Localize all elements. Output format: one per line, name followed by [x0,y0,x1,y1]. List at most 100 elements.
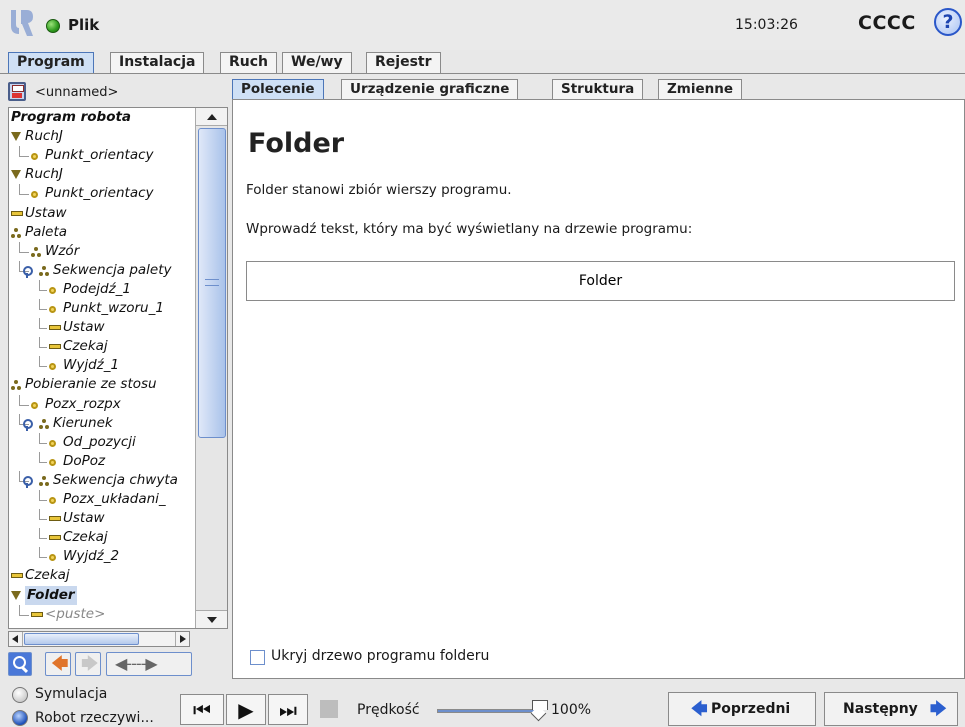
tree-node-label: Pozx_układani_ [63,491,166,507]
tree-node[interactable]: RuchJ [9,127,195,146]
tree-node[interactable]: Ustaw [9,204,195,223]
play-button[interactable]: ▶ [226,694,266,725]
tree-node[interactable]: Ustaw [9,509,195,528]
tab-instalacja[interactable]: Instalacja [110,52,205,74]
file-menu[interactable]: Plik [68,16,99,34]
tree-node[interactable]: Podejdź_1 [9,279,195,299]
tree-node[interactable]: Pobieranie ze stosu [9,375,195,394]
tree-node[interactable]: Czekaj [9,566,195,585]
move-node-button[interactable]: ◀----▶ [106,652,192,676]
tree-node[interactable]: Wzór [9,241,195,261]
tree-node[interactable]: Kierunek [9,413,195,433]
tree-node[interactable]: Od_pozycji [9,432,195,452]
tree-vertical-scrollbar[interactable] [195,108,227,628]
expand-key-icon[interactable] [23,475,33,488]
tree-node[interactable]: <puste> [9,604,195,624]
expand-key-icon[interactable] [23,418,33,431]
tab-we-wy[interactable]: We/wy [282,52,352,74]
tree-node[interactable]: Wyjdź_2 [9,547,195,566]
next-button[interactable]: Następny 🡆 [824,692,958,726]
speed-slider-handle[interactable] [532,700,548,718]
scroll-up-button[interactable] [196,108,227,126]
tree-node[interactable]: Ustaw [9,318,195,337]
redo-button[interactable]: 🡆 [75,652,101,676]
tree-node-label: Kierunek [53,414,113,431]
tree-node[interactable]: Pozx_rozpx [9,394,195,414]
waypoint-icon [49,497,56,504]
tree-node[interactable]: Punkt_orientacy [9,146,195,165]
tree-node[interactable]: Sekwencja palety [9,260,195,280]
scroll-left-button[interactable] [9,632,23,646]
tree-node-label: Pobieranie ze stosu [25,376,157,393]
tree-node[interactable]: Pozx_układani_ [9,490,195,509]
tab-polecenie[interactable]: Polecenie [232,79,324,100]
expand-key-icon[interactable] [23,265,33,278]
stop-button[interactable] [310,694,350,725]
speed-label: Prędkość [357,702,420,718]
tree-node-label: Pozx_rozpx [45,395,121,412]
next-label: Następny [843,701,918,717]
tree-connector [19,614,29,616]
tab-rejestr[interactable]: Rejestr [366,52,441,74]
folder-name-input[interactable] [246,261,955,301]
tree-node-label: Punkt_orientacy [45,147,154,164]
tree-connector [39,309,47,310]
speed-slider[interactable] [437,709,537,713]
move-node-icon [11,590,21,600]
simulation-radio[interactable] [12,687,28,703]
tree-node-label: Czekaj [63,529,108,546]
scroll-thumb[interactable] [198,128,226,438]
tab-program[interactable]: Program [8,52,94,74]
scroll-down-button[interactable] [196,610,227,628]
tree-horizontal-scrollbar[interactable] [8,631,190,647]
tree-node[interactable]: RuchJ [9,165,195,184]
tree-connector [19,470,20,481]
folder-name-prompt: Wprowadź tekst, który ma być wyświetlany… [246,221,693,237]
tab-struktura[interactable]: Struktura [552,79,644,100]
tree-node[interactable]: Punkt_orientacy [9,184,195,203]
tree-node[interactable]: Punkt_wzoru_1 [9,299,195,318]
tree-node[interactable]: Wyjdź_1 [9,356,195,375]
hide-folder-tree-checkbox[interactable] [250,650,265,665]
command-icon [49,535,61,541]
horizontal-scroll-thumb[interactable] [24,633,139,645]
tree-connector [19,404,29,406]
tree-node[interactable]: Czekaj [9,528,195,547]
tab-ruch[interactable]: Ruch [220,52,278,74]
top-bar [0,0,965,50]
tree-connector [19,146,20,157]
tree-node-label: Wyjdź_2 [63,548,120,565]
search-icon[interactable] [8,652,32,676]
move-arrows-icon: ◀----▶ [115,654,158,673]
waypoint-icon [49,554,56,562]
page-title: Folder [248,128,345,159]
tree-node-selected[interactable]: Folder [9,585,195,605]
help-icon[interactable]: ? [934,8,962,36]
speed-value: 100% [551,702,592,718]
arrow-left-icon: 🡄 [691,699,708,718]
tab-zmienne[interactable]: Zmienne [658,79,743,100]
tree-node[interactable]: DoPoz [9,451,195,471]
tree-node[interactable]: Program robota [9,108,195,127]
scroll-right-button[interactable] [175,632,189,646]
step-button[interactable]: ⏭ [268,694,308,725]
undo-icon: 🡄 [51,654,69,674]
tree-node-label: Ustaw [63,510,105,527]
tab-urzadzenie-graficzne[interactable]: Urządzenie graficzne [341,79,519,100]
undo-button[interactable]: 🡄 [45,652,71,676]
save-icon[interactable] [8,82,26,101]
move-node-icon [11,132,21,142]
tree-node-label: DoPoz [63,452,106,469]
tree-node[interactable]: Sekwencja chwyta [9,470,195,490]
program-tree: Program robota RuchJ Punkt_orientacy RuchJ P… [9,108,195,628]
tree-connector [39,318,40,329]
tree-node[interactable]: Czekaj [9,337,195,356]
waypoint-icon [49,363,56,371]
tree-node-label: Program robota [11,109,132,125]
previous-button[interactable]: 🡄 Poprzedni [668,692,816,726]
tree-node-label: Punkt_wzoru_1 [63,300,164,316]
rewind-button[interactable]: ⏮ [180,694,224,725]
real-robot-radio[interactable] [12,710,28,726]
program-tree-panel: Program robota RuchJ Punkt_orientacy RuchJ P… [8,107,228,629]
tree-node[interactable]: Paleta [9,223,195,242]
